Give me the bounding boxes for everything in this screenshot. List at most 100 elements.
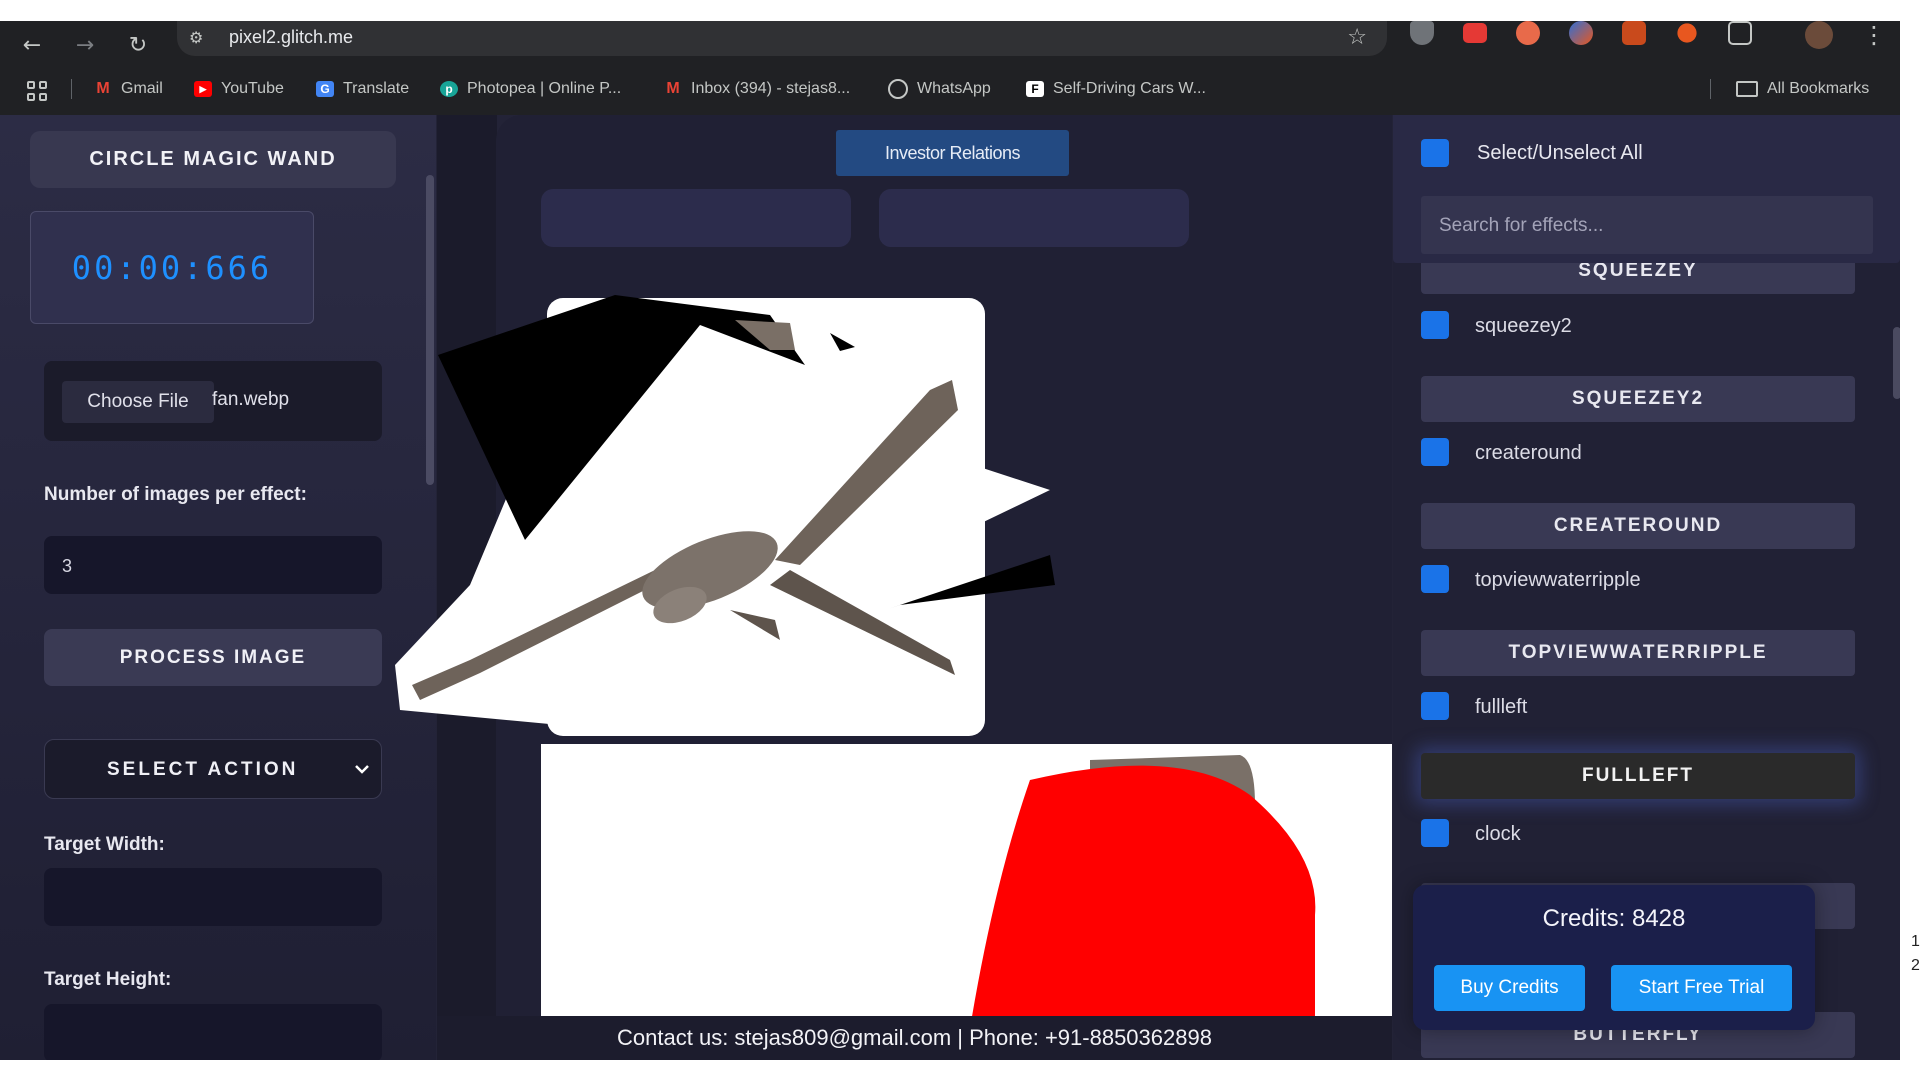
extension-icon[interactable] xyxy=(1516,21,1540,45)
bookmark-label: YouTube xyxy=(221,80,284,97)
puzzle-icon[interactable] xyxy=(1728,21,1752,45)
effect-label: fullleft xyxy=(1475,696,1528,718)
effect-heading-topviewwaterripple[interactable]: TOPVIEWWATERRIPPLE xyxy=(1421,630,1855,676)
chevron-down-icon xyxy=(355,765,369,774)
edge-digit: 1 xyxy=(1911,933,1920,950)
effects-panel-header: Select/Unselect All Search for effects..… xyxy=(1393,115,1900,263)
credits-card: Credits: 8428 Buy Credits Start Free Tri… xyxy=(1413,885,1815,1030)
bookmark-youtube[interactable]: ▶ YouTube xyxy=(194,71,284,107)
effect-checkbox[interactable] xyxy=(1421,438,1449,466)
choose-file-button[interactable]: Choose File xyxy=(62,381,214,423)
f-icon: F xyxy=(1026,81,1044,97)
target-width-input[interactable] xyxy=(44,868,382,926)
youtube-icon: ▶ xyxy=(194,81,212,97)
avatar[interactable] xyxy=(1805,21,1833,49)
bookmark-label: Inbox (394) - stejas8... xyxy=(691,80,851,97)
contact-footer: Contact us: stejas809@gmail.com | Phone:… xyxy=(437,1016,1392,1060)
arrow-right-icon[interactable]: → xyxy=(71,31,99,59)
whatsapp-icon xyxy=(888,79,908,99)
effect-item-fullleft[interactable]: fullleft xyxy=(1393,692,1900,732)
select-all-checkbox[interactable] xyxy=(1421,139,1449,167)
translate-icon: G xyxy=(316,81,334,97)
effect-label: squeezey2 xyxy=(1475,315,1572,337)
folder-icon xyxy=(1736,81,1758,97)
effect-heading-createround[interactable]: CREATEROUND xyxy=(1421,503,1855,549)
bookmark-photopea[interactable]: p Photopea | Online P... xyxy=(440,71,621,107)
output-image-card[interactable] xyxy=(541,744,1392,1044)
left-control-panel: CIRCLE MAGIC WAND 00:00:666 Choose File … xyxy=(0,115,436,1060)
select-all-label[interactable]: Select/Unselect All xyxy=(1477,142,1643,165)
star-icon[interactable]: ☆ xyxy=(1347,25,1367,50)
bookmark-self-driving[interactable]: F Self-Driving Cars W... xyxy=(1026,71,1206,107)
tune-icon[interactable]: ⚙ xyxy=(189,28,203,47)
buy-credits-button[interactable]: Buy Credits xyxy=(1434,965,1585,1011)
output-image-card[interactable] xyxy=(547,298,985,736)
effect-item-createround[interactable]: createround xyxy=(1393,438,1900,478)
blank-button[interactable] xyxy=(541,189,851,247)
select-action-text: SELECT ACTION xyxy=(107,759,299,780)
effect-label: createround xyxy=(1475,442,1582,464)
arrow-left-icon[interactable]: ← xyxy=(18,31,46,59)
reload-icon[interactable]: ↻ xyxy=(124,31,152,59)
bookmark-inbox[interactable]: M Inbox (394) - stejas8... xyxy=(664,71,850,107)
investor-relations-button[interactable]: Investor Relations xyxy=(836,130,1069,176)
address-url[interactable]: pixel2.glitch.me xyxy=(229,27,353,48)
edge-digit: 2 xyxy=(1911,957,1920,974)
address-bar[interactable]: ⚙ pixel2.glitch.me ☆ xyxy=(177,21,1387,56)
timer-display: 00:00:666 xyxy=(30,211,314,324)
shield-extension-icon[interactable] xyxy=(1410,21,1434,45)
bookmarks-separator xyxy=(1710,79,1711,99)
app-page: CIRCLE MAGIC WAND 00:00:666 Choose File … xyxy=(0,115,1900,1060)
start-free-trial-button[interactable]: Start Free Trial xyxy=(1611,965,1792,1011)
sun-extension-icon[interactable] xyxy=(1677,23,1697,43)
kebab-menu-icon[interactable]: ⋮ xyxy=(1862,21,1886,49)
center-gutter xyxy=(437,115,497,1060)
screen: ← → ↻ ⚙ pixel2.glitch.me ☆ ⋮ M Gmail ▶ Y… xyxy=(0,0,1920,1080)
effect-item-topviewwaterripple[interactable]: topviewwaterripple xyxy=(1393,565,1900,605)
page-edge: 1 2 xyxy=(1900,115,1920,1060)
file-input[interactable]: Choose File fan.webp xyxy=(44,361,382,441)
bookmark-translate[interactable]: G Translate xyxy=(316,71,409,107)
extension-icon[interactable] xyxy=(1622,21,1646,45)
timer-text: 00:00:666 xyxy=(71,248,273,287)
all-bookmarks-label: All Bookmarks xyxy=(1767,80,1870,97)
effects-search-input[interactable]: Search for effects... xyxy=(1421,196,1873,254)
effect-heading-fullleft[interactable]: FULLLEFT xyxy=(1421,753,1855,799)
target-height-input[interactable] xyxy=(44,1004,382,1060)
gmail-icon: M xyxy=(666,80,680,97)
process-image-button[interactable]: PROCESS IMAGE xyxy=(44,629,382,686)
effect-item-clock[interactable]: clock xyxy=(1393,819,1900,859)
blank-button[interactable] xyxy=(879,189,1189,247)
page-bottom-edge xyxy=(0,1060,1920,1080)
images-per-effect-label: Number of images per effect: xyxy=(44,484,307,505)
effect-label: clock xyxy=(1475,823,1521,845)
effect-checkbox[interactable] xyxy=(1421,311,1449,339)
bookmark-label: Gmail xyxy=(121,80,163,97)
effects-scrollbar[interactable] xyxy=(1893,327,1900,399)
all-bookmarks[interactable]: All Bookmarks xyxy=(1736,71,1869,107)
bookmarks-bar: M Gmail ▶ YouTube G Translate p Photopea… xyxy=(0,71,1900,107)
credits-count: Credits: 8428 xyxy=(1542,905,1686,932)
bookmark-whatsapp[interactable]: WhatsApp xyxy=(888,71,991,107)
target-width-label: Target Width: xyxy=(44,834,165,855)
photopea-icon: p xyxy=(440,81,458,97)
effect-item-squeezey2[interactable]: squeezey2 xyxy=(1393,311,1900,351)
bookmark-label: WhatsApp xyxy=(917,80,991,97)
bookmark-gmail[interactable]: M Gmail xyxy=(94,71,163,107)
target-height-label: Target Height: xyxy=(44,969,172,990)
bookmark-label: Photopea | Online P... xyxy=(467,80,622,97)
youtube-extension-icon[interactable] xyxy=(1463,23,1487,43)
bookmark-label: Self-Driving Cars W... xyxy=(1053,80,1206,97)
images-per-effect-input[interactable]: 3 xyxy=(44,536,382,594)
apps-grid-icon[interactable] xyxy=(27,81,47,101)
effect-checkbox[interactable] xyxy=(1421,819,1449,847)
effect-title-button[interactable]: CIRCLE MAGIC WAND xyxy=(30,131,396,188)
effect-checkbox[interactable] xyxy=(1421,565,1449,593)
effect-checkbox[interactable] xyxy=(1421,692,1449,720)
effect-label: topviewwaterripple xyxy=(1475,569,1641,591)
browser-toolbar: ← → ↻ ⚙ pixel2.glitch.me ☆ ⋮ M Gmail ▶ Y… xyxy=(0,21,1900,115)
left-scrollbar[interactable] xyxy=(426,175,434,485)
extension-icon[interactable] xyxy=(1569,21,1593,45)
select-action-dropdown[interactable]: SELECT ACTION xyxy=(44,739,382,799)
effect-heading-squeezey2[interactable]: SQUEEZEY2 xyxy=(1421,376,1855,422)
